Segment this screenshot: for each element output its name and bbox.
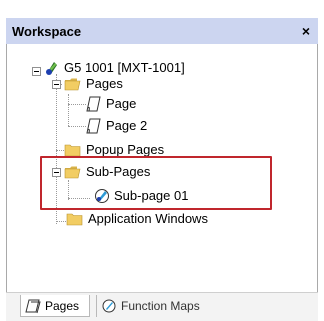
tab-pages[interactable]: Pages [20, 295, 90, 317]
tab-pages-label: Pages [45, 298, 80, 313]
tree-line [68, 126, 86, 127]
close-button[interactable]: × [302, 23, 310, 39]
page-icon [86, 118, 101, 134]
tab-bar: Pages Function Maps [6, 292, 318, 321]
pages-tab-icon [25, 299, 41, 313]
tab-function-maps-label: Function Maps [121, 299, 200, 313]
tab-function-maps[interactable]: Function Maps [96, 295, 230, 317]
tree-node-page-2-label: Page 2 [106, 118, 148, 133]
function-maps-icon [102, 299, 116, 313]
pages-collapse-toggle[interactable] [52, 80, 61, 89]
tree-line [68, 104, 86, 105]
workspace-title: Workspace [12, 23, 82, 39]
tree-node-device-label: G5 1001 [MXT-1001] [64, 60, 185, 75]
workspace-panel: Workspace × G5 1001 [MXT-1001] Pages Pag… [0, 0, 324, 321]
highlight-box [40, 156, 272, 210]
tree-node-pages-label: Pages [86, 76, 123, 91]
tree-node-application-windows-label: Application Windows [88, 211, 208, 226]
tree-node-page-label: Page [106, 96, 137, 111]
tree-line [68, 94, 69, 126]
page-icon [86, 96, 101, 112]
device-icon [46, 62, 57, 75]
device-collapse-toggle[interactable] [32, 67, 41, 76]
folder-open-icon [64, 78, 81, 91]
workspace-header: Workspace × [6, 18, 318, 44]
folder-icon [66, 213, 83, 226]
